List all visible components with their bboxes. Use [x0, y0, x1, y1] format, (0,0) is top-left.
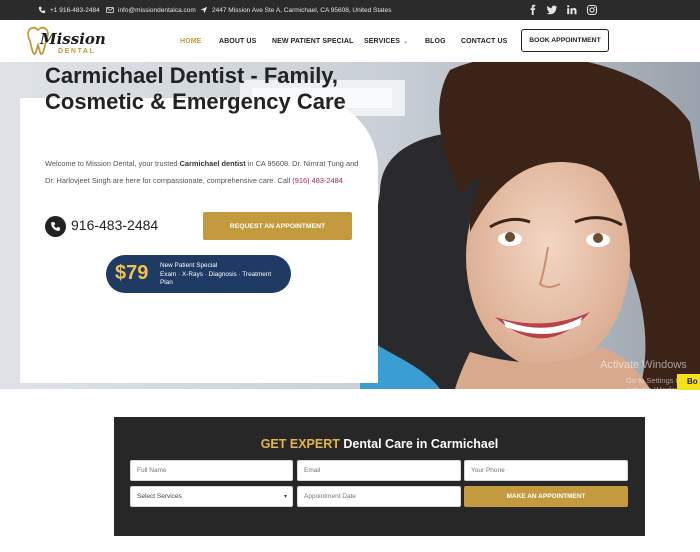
mission-dental-logo[interactable]: Mission DENTAL: [26, 25, 106, 59]
hero-description: Welcome to Mission Dental, your trusted …: [45, 156, 360, 189]
logo-sub-text: DENTAL: [58, 48, 96, 55]
new-patient-special-badge[interactable]: $79 New Patient Special Exam · X-Rays · …: [106, 255, 291, 293]
linkedin-icon[interactable]: [566, 4, 578, 16]
phone-icon: [38, 6, 46, 14]
main-navbar: Mission DENTAL HOME ABOUT US NEW PATIENT…: [0, 20, 700, 62]
hero-content-card: [20, 98, 378, 383]
form-title: GET EXPERT Dental Care in Carmichael: [114, 437, 645, 451]
topbar-email-text: info@missiondentalca.com: [118, 6, 196, 14]
topbar-email[interactable]: info@missiondentalca.com: [106, 6, 196, 14]
hero-desc-bold: Carmichael dentist: [179, 159, 246, 168]
nav-blog[interactable]: BLOG: [425, 20, 446, 62]
nav-home[interactable]: HOME: [180, 20, 201, 62]
chat-tab-badge[interactable]: Bo: [677, 374, 700, 390]
services-select-value: Select Services: [137, 493, 182, 500]
chevron-down-icon: ⌄: [403, 38, 409, 45]
nav-services[interactable]: SERVICES ⌄: [364, 20, 408, 62]
hero-phone-number[interactable]: 916-483-2484: [71, 217, 158, 233]
promo-text: New Patient Special Exam · X-Rays · Diag…: [160, 262, 285, 288]
twitter-icon[interactable]: [546, 4, 558, 16]
envelope-icon: [106, 6, 114, 14]
phone-circle-icon[interactable]: [45, 216, 66, 237]
nav-about-us[interactable]: ABOUT US: [219, 20, 256, 62]
nav-contact-us[interactable]: CONTACT US: [461, 20, 507, 62]
form-title-highlight: GET EXPERT: [260, 437, 340, 451]
hero-desc-phone-link[interactable]: (916) 483-2484: [292, 176, 343, 185]
top-contact-bar: +1 916-483-2484 info@missiondentalca.com…: [0, 0, 700, 20]
email-input[interactable]: [297, 460, 461, 481]
nav-new-patient-special[interactable]: NEW PATIENT SPECIAL: [272, 20, 353, 62]
promo-price: $79: [115, 262, 149, 284]
topbar-address-text: 2447 Mission Ave Ste A, Carmichael, CA 9…: [212, 6, 392, 14]
windows-watermark-title: Activate Windows: [600, 359, 687, 371]
logo-script-text: Mission: [40, 30, 106, 48]
form-title-rest: Dental Care in Carmichael: [339, 437, 499, 451]
nav-services-label: SERVICES: [364, 37, 401, 45]
full-name-input[interactable]: [130, 460, 293, 481]
location-arrow-icon: [200, 6, 208, 14]
promo-line-2: Exam · X-Rays · Diagnosis · Treatment Pl…: [160, 270, 272, 287]
topbar-phone-text: +1 916-483-2484: [50, 6, 100, 14]
chevron-down-icon: ▾: [283, 494, 287, 500]
facebook-icon[interactable]: [527, 4, 539, 16]
promo-line-1: New Patient Special: [160, 262, 218, 269]
phone-input[interactable]: [464, 460, 628, 481]
topbar-phone[interactable]: +1 916-483-2484: [38, 6, 100, 14]
book-appointment-button[interactable]: BOOK APPOINTMENT: [521, 29, 609, 52]
hero-title: Carmichael Dentist - Family, Cosmetic & …: [45, 63, 346, 114]
request-appointment-button[interactable]: REQUEST AN APPOINTMENT: [203, 212, 352, 240]
services-select[interactable]: Select Services ▾: [130, 486, 293, 507]
hero-desc-part: Welcome to Mission Dental, your trusted: [45, 159, 180, 168]
appointment-date-input[interactable]: [297, 486, 461, 507]
make-appointment-button[interactable]: MAKE AN APPOINTMENT: [464, 486, 628, 507]
instagram-icon[interactable]: [586, 4, 598, 16]
topbar-address: 2447 Mission Ave Ste A, Carmichael, CA 9…: [200, 6, 391, 14]
